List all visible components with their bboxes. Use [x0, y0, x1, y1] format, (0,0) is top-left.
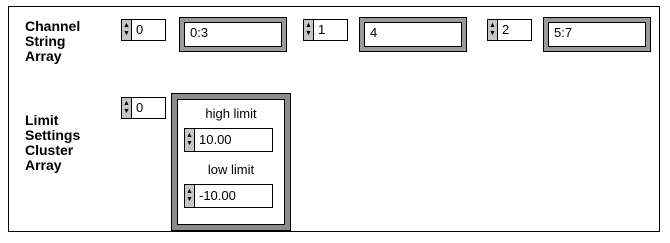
- channel-array-index-2[interactable]: ▲ ▼ 2: [487, 19, 532, 41]
- decrement-arrow-icon[interactable]: ▼: [489, 30, 496, 38]
- index-increment-decrement[interactable]: ▲ ▼: [487, 19, 498, 41]
- increment-arrow-icon[interactable]: ▲: [305, 22, 312, 30]
- index-value[interactable]: 0: [132, 19, 166, 41]
- high-limit-field[interactable]: 10.00: [195, 128, 273, 152]
- decrement-arrow-icon[interactable]: ▼: [123, 108, 130, 116]
- index-increment-decrement[interactable]: ▲ ▼: [303, 19, 314, 41]
- channel-string-field-0[interactable]: 0:3: [184, 22, 282, 47]
- channel-string-array-label: Channel String Array: [25, 18, 81, 64]
- decrement-arrow-icon[interactable]: ▼: [123, 30, 130, 38]
- increment-arrow-icon[interactable]: ▲: [186, 132, 193, 140]
- index-increment-decrement[interactable]: ▲ ▼: [121, 97, 132, 119]
- limit-settings-cluster-array-label: Limit Settings Cluster Array: [25, 112, 81, 173]
- front-panel: Channel String Array ▲ ▼ 0 0:3 ▲ ▼ 1 4 ▲…: [8, 6, 660, 232]
- high-limit-increment-decrement[interactable]: ▲ ▼: [184, 128, 195, 152]
- channel-array-index-1[interactable]: ▲ ▼ 1: [303, 19, 348, 41]
- decrement-arrow-icon[interactable]: ▼: [186, 140, 193, 148]
- cluster-body: high limit ▲ ▼ 10.00 low limit ▲ ▼ -10.0…: [177, 99, 285, 225]
- low-limit-field[interactable]: -10.00: [195, 184, 273, 208]
- increment-arrow-icon[interactable]: ▲: [489, 22, 496, 30]
- cluster-array-index[interactable]: ▲ ▼ 0: [121, 97, 166, 119]
- index-value[interactable]: 0: [132, 97, 166, 119]
- channel-string-element-0: 0:3: [179, 17, 287, 52]
- limit-settings-cluster: high limit ▲ ▼ 10.00 low limit ▲ ▼ -10.0…: [171, 93, 291, 231]
- index-increment-decrement[interactable]: ▲ ▼: [121, 19, 132, 41]
- index-value[interactable]: 2: [498, 19, 532, 41]
- channel-string-element-1: 4: [359, 17, 467, 52]
- low-limit-increment-decrement[interactable]: ▲ ▼: [184, 184, 195, 208]
- channel-string-field-2[interactable]: 5:7: [548, 22, 646, 47]
- high-limit-control[interactable]: ▲ ▼ 10.00: [184, 128, 273, 152]
- high-limit-label: high limit: [205, 106, 257, 121]
- increment-arrow-icon[interactable]: ▲: [123, 100, 130, 108]
- channel-string-field-1[interactable]: 4: [364, 22, 462, 47]
- index-value[interactable]: 1: [314, 19, 348, 41]
- low-limit-control[interactable]: ▲ ▼ -10.00: [184, 184, 273, 208]
- increment-arrow-icon[interactable]: ▲: [123, 22, 130, 30]
- decrement-arrow-icon[interactable]: ▼: [186, 196, 193, 204]
- increment-arrow-icon[interactable]: ▲: [186, 188, 193, 196]
- low-limit-label: low limit: [207, 162, 255, 177]
- decrement-arrow-icon[interactable]: ▼: [305, 30, 312, 38]
- channel-array-index-0[interactable]: ▲ ▼ 0: [121, 19, 166, 41]
- channel-string-element-2: 5:7: [543, 17, 651, 52]
